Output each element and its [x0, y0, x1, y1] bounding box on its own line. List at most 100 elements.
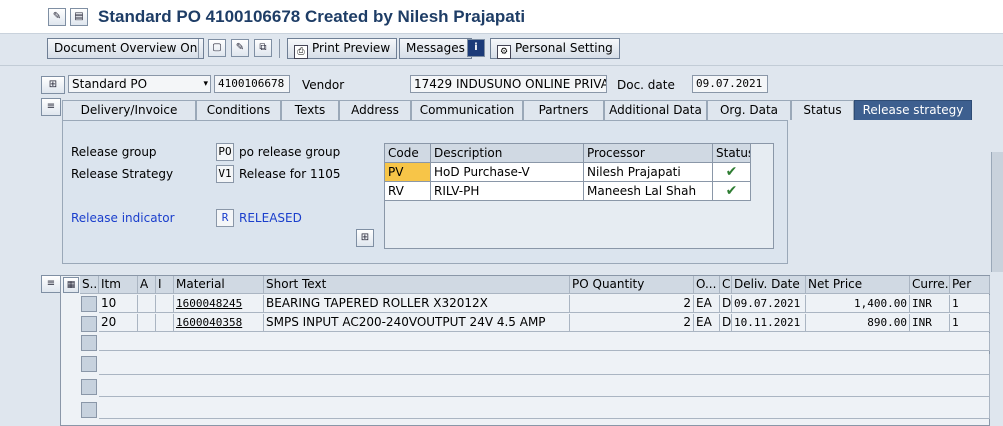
release-indicator-field[interactable]: R [216, 209, 234, 227]
row-selector[interactable] [81, 316, 97, 332]
row-selector[interactable] [81, 402, 97, 418]
tab-release-strategy[interactable]: Release strategy [854, 100, 972, 120]
document-icon[interactable]: ▤ [70, 8, 88, 26]
account-category[interactable] [138, 314, 156, 332]
edit-pencil-icon[interactable]: ✎ [231, 39, 249, 57]
col-header-status[interactable]: Status [713, 144, 751, 163]
row-selector[interactable] [81, 379, 97, 395]
col-header-status[interactable]: S.. [80, 276, 99, 294]
col-header-currency[interactable]: Curre... [910, 276, 950, 294]
col-header-item-category[interactable]: I [156, 276, 174, 294]
cart-icon[interactable]: ⊞ [41, 76, 65, 94]
tab-delivery-invoice[interactable]: Delivery/Invoice [62, 100, 196, 120]
settings-icon: ⚙ [497, 45, 511, 59]
account-category[interactable] [138, 295, 156, 313]
po-number-field[interactable]: 4100106678 [214, 75, 290, 93]
tab-additional-data[interactable]: Additional Data [604, 100, 707, 120]
tab-partners[interactable]: Partners [523, 100, 604, 120]
messages-button[interactable]: Messages [399, 38, 472, 59]
release-strategy-field[interactable]: V1 [216, 165, 234, 183]
net-price[interactable]: 1,400.00 [806, 295, 910, 313]
release-strategy-label: Release Strategy [71, 167, 174, 181]
date-category[interactable]: D [720, 295, 732, 313]
po-quantity[interactable]: 2 [570, 314, 694, 332]
short-text[interactable]: BEARING TAPERED ROLLER X32012X [264, 295, 570, 313]
col-header-processor[interactable]: Processor [584, 144, 713, 163]
row-selector[interactable] [81, 335, 97, 351]
display-change-icon[interactable]: ✎ [48, 8, 66, 26]
col-header-net-price[interactable]: Net Price [806, 276, 910, 294]
table-row-code[interactable]: RV [385, 182, 431, 201]
order-unit[interactable]: EA [694, 314, 720, 332]
release-group-field[interactable]: PO [216, 143, 234, 161]
print-preview-label: Print Preview [312, 41, 391, 55]
price-unit[interactable]: 1 [950, 314, 990, 332]
collapse-items-icon[interactable]: ≡ [41, 275, 61, 293]
empty-row[interactable] [99, 354, 990, 375]
personal-setting-label: Personal Setting [515, 41, 613, 55]
empty-row[interactable] [99, 397, 990, 419]
document-type-select[interactable]: Standard PO ▾ [68, 75, 211, 93]
tab-communication[interactable]: Communication [411, 100, 523, 120]
col-header-material[interactable]: Material [174, 276, 264, 294]
empty-row[interactable] [99, 333, 990, 351]
title-bar: ✎ ▤ Standard PO 4100106678 Created by Ni… [0, 0, 1003, 34]
currency[interactable]: INR [910, 295, 950, 313]
tab-conditions[interactable]: Conditions [196, 100, 281, 120]
row-selector[interactable] [81, 296, 97, 312]
item-category[interactable] [156, 295, 174, 313]
print-preview-icon: ⎙ [294, 45, 308, 59]
short-text[interactable]: SMPS INPUT AC200-240VOUTPUT 24V 4.5 AMP [264, 314, 570, 332]
vertical-scrollbar[interactable] [991, 152, 1003, 272]
col-header-description[interactable]: Description [431, 144, 584, 163]
tab-org-data[interactable]: Org. Data [707, 100, 791, 120]
material-link[interactable]: 1600048245 [174, 295, 264, 313]
tab-texts[interactable]: Texts [281, 100, 339, 120]
doc-date-field[interactable]: 09.07.2021 [692, 75, 768, 93]
other-document-icon[interactable]: ⧉ [254, 39, 272, 57]
tab-address[interactable]: Address [339, 100, 411, 120]
release-strategy-table: Code Description Processor Status PV HoD… [384, 143, 774, 249]
tab-status[interactable]: Status [791, 100, 854, 120]
date-category[interactable]: D [720, 314, 732, 332]
toolbar-separator [198, 39, 199, 58]
item-number[interactable]: 10 [99, 295, 138, 313]
col-header-order-unit[interactable]: O... [694, 276, 720, 294]
col-header-date-category[interactable]: C [720, 276, 732, 294]
col-header-item[interactable]: Itm [99, 276, 138, 294]
material-link[interactable]: 1600040358 [174, 314, 264, 332]
delivery-date[interactable]: 10.11.2021 [732, 314, 806, 332]
item-number[interactable]: 20 [99, 314, 138, 332]
vendor-field[interactable]: 17429 INDUSUNO ONLINE PRIVA... [410, 75, 607, 93]
net-price[interactable]: 890.00 [806, 314, 910, 332]
po-quantity[interactable]: 2 [570, 295, 694, 313]
col-header-per[interactable]: Per [950, 276, 990, 294]
doc-date-label: Doc. date [617, 78, 675, 92]
empty-row[interactable] [99, 375, 990, 397]
print-preview-button[interactable]: ⎙ Print Preview [287, 38, 398, 59]
table-settings-icon[interactable]: ▦ [63, 277, 79, 293]
personal-setting-button[interactable]: ⚙ Personal Setting [490, 38, 620, 59]
item-category[interactable] [156, 314, 174, 332]
info-icon[interactable]: i [467, 39, 485, 57]
document-type-value: Standard PO [72, 77, 148, 91]
col-header-short-text[interactable]: Short Text [264, 276, 570, 294]
table-row-code[interactable]: PV [385, 163, 431, 182]
col-header-account[interactable]: A [138, 276, 156, 294]
col-header-po-quantity[interactable]: PO Quantity [570, 276, 694, 294]
layout-table-icon[interactable]: ⊞ [356, 229, 374, 247]
new-document-icon[interactable]: ▢ [208, 39, 226, 57]
status-check-icon[interactable]: ✔ [713, 182, 751, 201]
col-header-code[interactable]: Code [385, 144, 431, 163]
currency[interactable]: INR [910, 314, 950, 332]
table-row-processor: Maneesh Lal Shah [584, 182, 713, 201]
order-unit[interactable]: EA [694, 295, 720, 313]
price-unit[interactable]: 1 [950, 295, 990, 313]
dropdown-icon: ▾ [203, 79, 208, 89]
col-header-delivery-date[interactable]: Deliv. Date [732, 276, 806, 294]
document-overview-button[interactable]: Document Overview On [47, 38, 205, 59]
expand-header-icon[interactable]: ≡ [41, 98, 61, 116]
status-check-icon[interactable]: ✔ [713, 163, 751, 182]
row-selector[interactable] [81, 356, 97, 372]
delivery-date[interactable]: 09.07.2021 [732, 295, 806, 313]
